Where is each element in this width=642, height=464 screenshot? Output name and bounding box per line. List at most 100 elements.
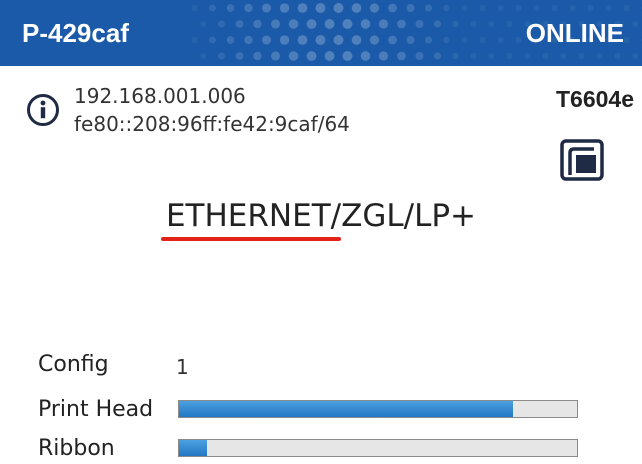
header-dot — [623, 5, 630, 11]
header-dot — [235, 52, 244, 60]
header-dot — [596, 53, 603, 59]
header-dot — [479, 37, 486, 43]
header-dot — [315, 35, 326, 45]
header-dot — [497, 37, 504, 43]
config-value: 1 — [176, 355, 189, 379]
header-dot — [209, 36, 216, 44]
header-dot — [632, 53, 639, 59]
header-dot — [351, 3, 362, 13]
header-dot — [324, 51, 335, 61]
header-dot — [461, 37, 468, 43]
header-dot — [578, 53, 585, 59]
header-dot — [244, 3, 253, 13]
header-dot — [542, 53, 549, 59]
header-dot — [369, 3, 380, 13]
header-dot — [297, 3, 308, 13]
protocol-selector[interactable]: ETHERNET/ZGL/LP+ — [0, 198, 642, 234]
header-dot — [515, 5, 522, 11]
header-dot — [235, 20, 244, 28]
header-dot — [551, 5, 558, 11]
header-dot — [279, 3, 290, 13]
header-dot — [369, 35, 380, 45]
header-dot — [226, 36, 235, 44]
header-dot — [397, 19, 406, 29]
header-dot — [397, 51, 406, 61]
header-dot — [191, 5, 198, 11]
config-label: Config — [38, 352, 109, 377]
ribbon-label: Ribbon — [38, 436, 115, 461]
info-icon[interactable] — [26, 93, 60, 127]
header-dot — [479, 5, 486, 11]
header-dot — [524, 53, 531, 59]
header-dot — [605, 5, 612, 11]
header-dot — [360, 19, 371, 29]
header-dot — [315, 3, 326, 13]
print-head-bar-fill — [179, 401, 514, 417]
header-dot — [342, 51, 353, 61]
copy-icon[interactable] — [560, 139, 606, 183]
ipv4-address: 192.168.001.006 — [74, 84, 246, 108]
header-dot — [497, 5, 504, 11]
header-dot — [306, 51, 317, 61]
header-dot — [226, 4, 235, 12]
status-label: ONLINE — [525, 18, 624, 48]
header-dot — [253, 51, 262, 61]
header-dot — [560, 53, 567, 59]
header-dot — [452, 20, 459, 28]
header-dot — [488, 53, 495, 59]
header-dot — [506, 53, 513, 59]
header-dot — [623, 37, 630, 43]
header-dot — [288, 19, 299, 29]
header-dot — [406, 3, 415, 13]
header-dot — [488, 21, 495, 27]
ribbon-bar — [178, 439, 578, 457]
header-dot — [279, 35, 290, 45]
header-dot — [378, 19, 389, 29]
header-dot — [587, 5, 594, 11]
header-dot — [270, 51, 281, 61]
header-dot — [533, 5, 540, 11]
printer-name: P-429caf — [22, 18, 129, 48]
print-head-label: Print Head — [38, 397, 154, 422]
header-dot — [253, 19, 262, 29]
header-bar: P-429caf ONLINE — [0, 0, 642, 66]
header-dot — [200, 21, 207, 27]
header-dot — [433, 52, 442, 60]
header-dot — [415, 19, 424, 29]
header-dot — [461, 5, 468, 11]
header-dot — [333, 3, 344, 13]
ipv6-address: fe80::208:96ff:fe42:9caf/64 — [74, 112, 350, 136]
header-dot — [415, 51, 424, 61]
header-dot — [360, 51, 371, 61]
header-dot — [191, 37, 198, 43]
header-dot — [506, 21, 513, 27]
header-dot — [443, 4, 450, 12]
model-label: T6604e — [555, 86, 634, 112]
protocol-active: ETHERNET — [165, 198, 331, 234]
header-dot — [218, 20, 225, 28]
header-dot — [632, 21, 639, 27]
header-dot — [351, 35, 362, 45]
header-dot — [515, 37, 522, 43]
header-dot — [261, 3, 272, 13]
header-dot — [388, 3, 397, 13]
header-dot — [406, 35, 415, 45]
header-dot — [388, 35, 397, 45]
header-dot — [569, 5, 576, 11]
header-dot — [200, 53, 207, 59]
header-dot — [452, 52, 459, 60]
header-dot — [324, 19, 335, 29]
header-dot — [424, 4, 433, 12]
header-dot — [306, 19, 317, 29]
ribbon-bar-fill — [179, 440, 207, 456]
header-dot — [244, 35, 253, 45]
protocol-rest: /ZGL/LP+ — [330, 198, 477, 234]
print-head-bar — [178, 400, 578, 418]
header-dot — [288, 51, 299, 61]
header-dot — [333, 35, 344, 45]
header-dot — [433, 20, 442, 28]
header-dot — [218, 52, 225, 60]
header-dot — [209, 4, 216, 12]
header-dot — [342, 19, 353, 29]
header-dot — [424, 36, 433, 44]
